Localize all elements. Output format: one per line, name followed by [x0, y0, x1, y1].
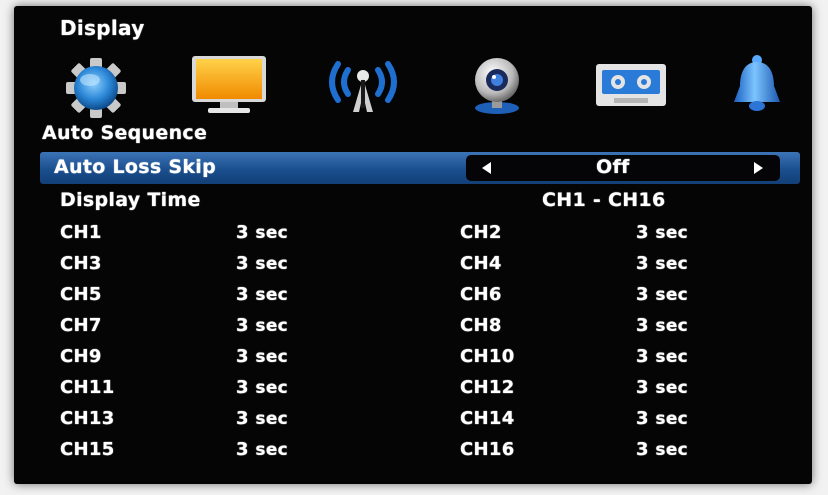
channel-dwell-time[interactable]: 3 sec — [236, 408, 288, 429]
channel-name: CH2 — [460, 222, 502, 243]
camera-icon[interactable] — [454, 50, 540, 118]
channel-name: CH15 — [60, 439, 115, 460]
channel-dwell-number: 3 — [236, 315, 249, 336]
channel-dwell-unit: sec — [655, 223, 689, 243]
menu-icon-bar — [14, 50, 812, 118]
auto-loss-skip-value: Off — [596, 156, 630, 178]
channel-name: CH6 — [460, 284, 502, 305]
channel-name: CH5 — [60, 284, 102, 305]
channel-name: CH9 — [60, 346, 102, 367]
channel-dwell-number: 3 — [636, 315, 649, 336]
left-arrow-icon[interactable] — [482, 162, 491, 174]
channel-dwell-number: 3 — [636, 408, 649, 429]
channel-dwell-unit: sec — [655, 440, 689, 460]
channel-dwell-time[interactable]: 3 sec — [636, 377, 688, 398]
channel-name: CH11 — [60, 377, 115, 398]
channel-dwell-number: 3 — [236, 377, 249, 398]
alarm-bell-icon[interactable] — [714, 50, 800, 118]
dvr-menu-screen: Display Auto Sequence Auto Loss Skip Off… — [14, 6, 812, 484]
channel-name: CH8 — [460, 315, 502, 336]
channel-dwell-time[interactable]: 3 sec — [636, 222, 688, 243]
channel-dwell-time[interactable]: 3 sec — [236, 377, 288, 398]
display-monitor-icon[interactable] — [186, 50, 272, 118]
channel-dwell-time[interactable]: 3 sec — [236, 253, 288, 274]
channel-dwell-time[interactable]: 3 sec — [636, 284, 688, 305]
channel-dwell-number: 3 — [236, 253, 249, 274]
channel-name: CH14 — [460, 408, 515, 429]
channel-name: CH12 — [460, 377, 515, 398]
channel-dwell-number: 3 — [636, 284, 649, 305]
channel-dwell-time[interactable]: 3 sec — [236, 284, 288, 305]
channel-dwell-unit: sec — [655, 378, 689, 398]
channel-dwell-unit: sec — [255, 409, 289, 429]
section-heading: Auto Sequence — [42, 122, 208, 144]
channel-dwell-unit: sec — [255, 285, 289, 305]
channel-dwell-time[interactable]: 3 sec — [636, 408, 688, 429]
channel-dwell-number: 3 — [636, 253, 649, 274]
recording-tape-icon[interactable] — [588, 50, 674, 118]
channel-name: CH16 — [460, 439, 515, 460]
channel-dwell-time[interactable]: 3 sec — [236, 222, 288, 243]
settings-gear-icon[interactable] — [52, 50, 136, 118]
channel-dwell-unit: sec — [255, 316, 289, 336]
network-antenna-icon[interactable] — [320, 50, 406, 118]
channel-name: CH13 — [60, 408, 115, 429]
channel-dwell-time[interactable]: 3 sec — [236, 439, 288, 460]
auto-loss-skip-label: Auto Loss Skip — [54, 156, 217, 178]
channel-dwell-time[interactable]: 3 sec — [636, 439, 688, 460]
channel-dwell-time[interactable]: 3 sec — [636, 315, 688, 336]
channel-dwell-number: 3 — [636, 377, 649, 398]
channel-dwell-unit: sec — [255, 440, 289, 460]
channel-dwell-unit: sec — [255, 378, 289, 398]
menu-title: Display — [60, 16, 145, 40]
channel-dwell-time[interactable]: 3 sec — [636, 346, 688, 367]
channel-dwell-number: 3 — [236, 408, 249, 429]
channel-dwell-number: 3 — [636, 222, 649, 243]
channel-name: CH7 — [60, 315, 102, 336]
channel-dwell-number: 3 — [236, 346, 249, 367]
channel-name: CH1 — [60, 222, 102, 243]
channel-dwell-unit: sec — [655, 347, 689, 367]
channel-dwell-unit: sec — [655, 409, 689, 429]
channel-dwell-unit: sec — [255, 223, 289, 243]
channel-dwell-unit: sec — [655, 285, 689, 305]
channel-dwell-unit: sec — [255, 347, 289, 367]
channel-dwell-number: 3 — [636, 439, 649, 460]
channel-dwell-time[interactable]: 3 sec — [236, 346, 288, 367]
channel-dwell-number: 3 — [636, 346, 649, 367]
channel-name: CH4 — [460, 253, 502, 274]
channel-dwell-unit: sec — [655, 316, 689, 336]
channel-dwell-unit: sec — [655, 254, 689, 274]
channel-name: CH10 — [460, 346, 515, 367]
channel-dwell-number: 3 — [236, 222, 249, 243]
channel-name: CH3 — [60, 253, 102, 274]
display-time-label: Display Time — [60, 189, 201, 211]
right-arrow-icon[interactable] — [754, 162, 763, 174]
channel-dwell-number: 3 — [236, 439, 249, 460]
channel-dwell-time[interactable]: 3 sec — [636, 253, 688, 274]
channel-dwell-unit: sec — [255, 254, 289, 274]
display-time-range: CH1 - CH16 — [542, 189, 666, 211]
channel-dwell-time[interactable]: 3 sec — [236, 315, 288, 336]
channel-dwell-number: 3 — [236, 284, 249, 305]
